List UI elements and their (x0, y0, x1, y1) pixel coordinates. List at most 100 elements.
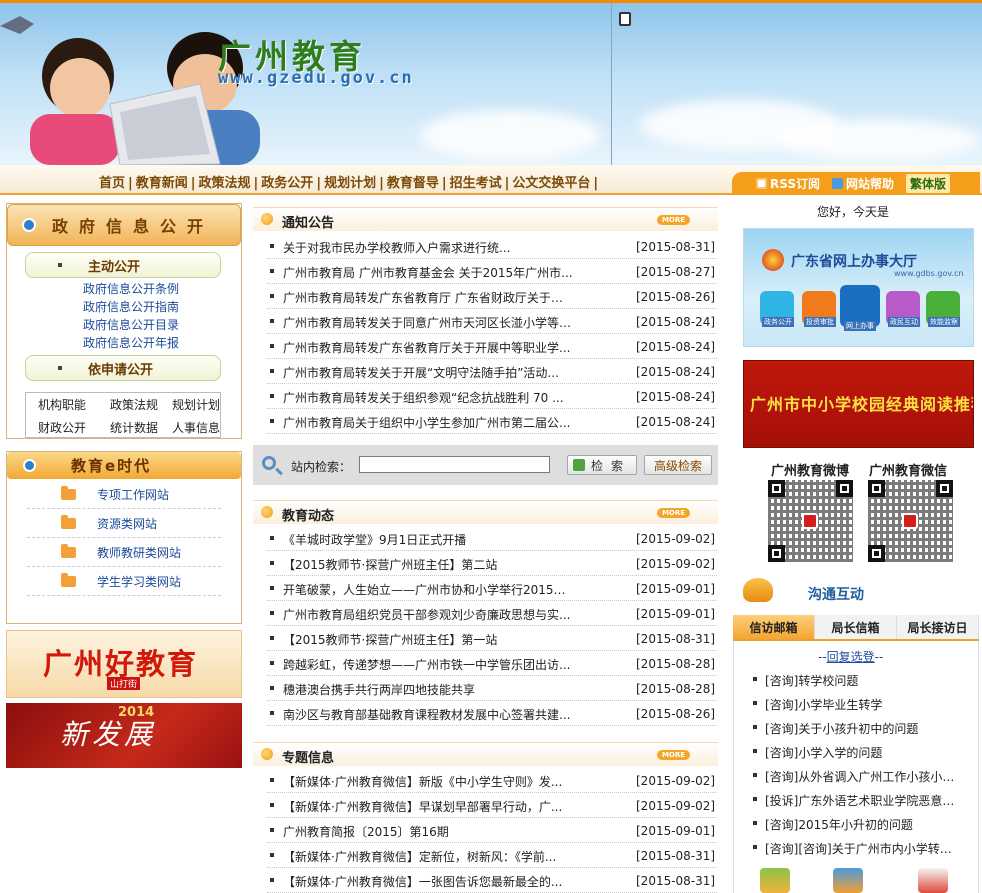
mail-item[interactable]: [投诉]广东外语艺术职业学院恶意扣... (753, 788, 963, 812)
mail-item-title[interactable]: [咨询]小学入学的问题 (765, 744, 959, 761)
mail-item-title[interactable]: [咨询][咨询]关于广州市内小学转学... (765, 840, 959, 857)
list-item-title[interactable]: 广州市教育局转发广东省教育厅关于开展中等职业学... (283, 339, 573, 356)
list-item-title[interactable]: 《羊城时政学堂》9月1日正式开播 (283, 531, 573, 548)
new-development-banner[interactable]: 2014 新发展 (6, 703, 242, 768)
reading-list-banner[interactable]: 广州市中小学校园经典阅读推荐书目提要 (743, 360, 974, 448)
list-item[interactable]: 【2015教师节·探营广州班主任】第一站 [2015-08-31] (267, 626, 717, 651)
list-item-title[interactable]: 跨越彩虹，传递梦想——广州市铁一中学管乐团出访... (283, 656, 573, 673)
nav-admission[interactable]: 招生考试 (450, 176, 502, 191)
list-item[interactable]: 南沙区与教育部基础教育课程教材发展中心签署共建... [2015-08-26] (267, 701, 717, 726)
tab-petition-mailbox[interactable]: 信访邮箱 (733, 615, 815, 639)
reply-selection-link[interactable]: 回复选登 (827, 650, 875, 664)
list-item[interactable]: 广州教育简报〔2015〕第16期 [2015-09-01] (267, 818, 717, 843)
tab-director-mailbox[interactable]: 局长信箱 (815, 615, 897, 639)
list-item-title[interactable]: 关于对我市民办学校教师入户需求进行统... (283, 239, 573, 256)
category-policy[interactable]: 政策法规 (98, 393, 170, 416)
books-icon[interactable] (833, 868, 863, 893)
list-item-title[interactable]: 【新媒体·广州教育微信】早谋划早部署早行动，广... (283, 798, 573, 815)
list-item[interactable]: 开笔破蒙，人生始立——广州市协和小学举行2015级... [2015-09-01] (267, 576, 717, 601)
notices-more-button[interactable]: MORE (657, 215, 690, 225)
category-statistics[interactable]: 统计数据 (98, 416, 170, 439)
edu-item-teachers[interactable]: 教师教研类网站 (27, 538, 221, 567)
list-item-title[interactable]: 【2015教师节·探营广州班主任】第二站 (283, 556, 573, 573)
help-link[interactable]: 网站帮助 (832, 175, 894, 192)
list-item[interactable]: 【新媒体·广州教育微信】早谋划早部署早行动，广... [2015-09-02] (267, 793, 717, 818)
list-item[interactable]: 广州市教育局转发广东省教育厅 广东省财政厅关于申... [2015-08-26] (267, 284, 717, 309)
nav-edu-news[interactable]: 教育新闻 (136, 176, 188, 191)
mail-item-title[interactable]: [咨询]2015年小升初的问题 (765, 816, 959, 833)
active-disclosure-header[interactable]: 主动公开 (25, 252, 221, 278)
gov-link-catalog[interactable]: 政府信息公开目录 (83, 316, 179, 334)
list-item[interactable]: 【新媒体·广州教育微信】新版《中小学生守则》发... [2015-09-02] (267, 768, 717, 793)
list-item[interactable]: 广州市教育局关于组织中小学生参加广州市第二届公... [2015-08-24] (267, 409, 717, 434)
list-item[interactable]: 广州市教育局转发关于组织参观“纪念抗战胜利 70 ... [2015-08-24] (267, 384, 717, 409)
nav-gov-affairs[interactable]: 政务公开 (261, 176, 313, 191)
list-item[interactable]: 【2015教师节·探营广州班主任】第二站 [2015-09-02] (267, 551, 717, 576)
mail-item[interactable]: [咨询]2015年小升初的问题 (753, 812, 963, 836)
mail-item[interactable]: [咨询]从外省调入广州工作小孩小学... (753, 764, 963, 788)
list-item-title[interactable]: 广州教育简报〔2015〕第16期 (283, 823, 573, 840)
dynamics-more-button[interactable]: MORE (657, 508, 690, 518)
edit-icon[interactable] (918, 868, 948, 893)
mail-item-title[interactable]: [咨询]转学校问题 (765, 672, 959, 689)
list-item[interactable]: 广州市教育局 广州市教育基金会 关于2015年广州市... [2015-08-27… (267, 259, 717, 284)
good-education-banner[interactable]: 广州好教育 山打街 (6, 630, 242, 698)
traditional-chinese-button[interactable]: 繁体版 (906, 174, 951, 193)
category-personnel[interactable]: 人事信息 (170, 416, 222, 439)
mail-item-title[interactable]: [咨询]关于小孩升初中的问题 (765, 720, 959, 737)
nav-supervision[interactable]: 教育督导 (387, 176, 439, 191)
list-item-title[interactable]: 南沙区与教育部基础教育课程教材发展中心签署共建... (283, 706, 573, 723)
list-item[interactable]: 【新媒体·广州教育微信】定新位，树新风：《学前... [2015-08-31] (267, 843, 717, 868)
list-item[interactable]: 【新媒体·广州教育微信】一张图告诉您最新最全的... [2015-08-31] (267, 868, 717, 893)
topics-more-button[interactable]: MORE (657, 750, 690, 760)
mobile-icon[interactable] (619, 12, 631, 26)
nav-doc-exchange[interactable]: 公文交换平台 (512, 176, 590, 191)
nav-home[interactable]: 首页 (99, 176, 125, 191)
list-item[interactable]: 广州市教育局组织党员干部参观刘少奇廉政思想与实... [2015-09-01] (267, 601, 717, 626)
list-item[interactable]: 广州市教育局转发关于开展“文明守法随手拍”活动... [2015-08-24] (267, 359, 717, 384)
mail-item[interactable]: [咨询]转学校问题 (753, 668, 963, 692)
edu-item-students[interactable]: 学生学习类网站 (27, 567, 221, 596)
pen-icon[interactable] (760, 868, 790, 893)
list-item-title[interactable]: 【新媒体·广州教育微信】一张图告诉您最新最全的... (283, 873, 573, 890)
gov-link-regulations[interactable]: 政府信息公开条例 (83, 280, 179, 298)
mail-item[interactable]: [咨询]小学毕业生转学 (753, 692, 963, 716)
mail-item[interactable]: [咨询]关于小孩升初中的问题 (753, 716, 963, 740)
mail-item[interactable]: [咨询]小学入学的问题 (753, 740, 963, 764)
list-item[interactable]: 《羊城时政学堂》9月1日正式开播 [2015-09-02] (267, 526, 717, 551)
search-button[interactable]: 检索 (567, 455, 637, 475)
list-item-title[interactable]: 穗港澳台携手共行两岸四地技能共享 (283, 681, 573, 698)
list-item[interactable]: 关于对我市民办学校教师入户需求进行统... [2015-08-31] (267, 234, 717, 259)
rss-link[interactable]: RSS订阅 (756, 175, 820, 192)
category-planning[interactable]: 规划计划 (170, 393, 222, 416)
list-item[interactable]: 穗港澳台携手共行两岸四地技能共享 [2015-08-28] (267, 676, 717, 701)
list-item-title[interactable]: 【2015教师节·探营广州班主任】第一站 (283, 631, 573, 648)
nav-policy[interactable]: 政策法规 (199, 176, 251, 191)
request-disclosure-header[interactable]: 依申请公开 (25, 355, 221, 381)
list-item[interactable]: 广州市教育局转发关于同意广州市天河区长湴小学等4... [2015-08-24] (267, 309, 717, 334)
list-item-title[interactable]: 广州市教育局转发关于组织参观“纪念抗战胜利 70 ... (283, 389, 573, 406)
search-input[interactable] (359, 456, 550, 473)
advanced-search-button[interactable]: 高级检索 (644, 455, 712, 475)
list-item-title[interactable]: 广州市教育局组织党员干部参观刘少奇廉政思想与实... (283, 606, 573, 623)
nav-planning[interactable]: 规划计划 (324, 176, 376, 191)
gov-link-guide[interactable]: 政府信息公开指南 (83, 298, 179, 316)
edu-item-resources[interactable]: 资源类网站 (27, 509, 221, 538)
category-organization[interactable]: 机构职能 (26, 393, 98, 416)
list-item-title[interactable]: 广州市教育局转发关于同意广州市天河区长湴小学等4... (283, 314, 573, 331)
list-item[interactable]: 广州市教育局转发广东省教育厅关于开展中等职业学... [2015-08-24] (267, 334, 717, 359)
mail-item-title[interactable]: [咨询]从外省调入广州工作小孩小学... (765, 768, 959, 785)
mail-item-title[interactable]: [投诉]广东外语艺术职业学院恶意扣... (765, 792, 959, 809)
list-item[interactable]: 跨越彩虹，传递梦想——广州市铁一中学管乐团出访... [2015-08-28] (267, 651, 717, 676)
category-finance[interactable]: 财政公开 (26, 416, 98, 439)
list-item-title[interactable]: 广州市教育局 广州市教育基金会 关于2015年广州市... (283, 264, 573, 281)
list-item-title[interactable]: 广州市教育局转发关于开展“文明守法随手拍”活动... (283, 364, 573, 381)
tab-director-reception-day[interactable]: 局长接访日 (897, 615, 979, 639)
mail-item[interactable]: [咨询][咨询]关于广州市内小学转学... (753, 836, 963, 860)
mail-item-title[interactable]: [咨询]小学毕业生转学 (765, 696, 959, 713)
edu-item-special[interactable]: 专项工作网站 (27, 480, 221, 509)
list-item-title[interactable]: 开笔破蒙，人生始立——广州市协和小学举行2015级... (283, 581, 573, 598)
list-item-title[interactable]: 【新媒体·广州教育微信】新版《中小学生守则》发... (283, 773, 573, 790)
list-item-title[interactable]: 广州市教育局关于组织中小学生参加广州市第二届公... (283, 414, 573, 431)
list-item-title[interactable]: 广州市教育局转发广东省教育厅 广东省财政厅关于申... (283, 289, 573, 306)
